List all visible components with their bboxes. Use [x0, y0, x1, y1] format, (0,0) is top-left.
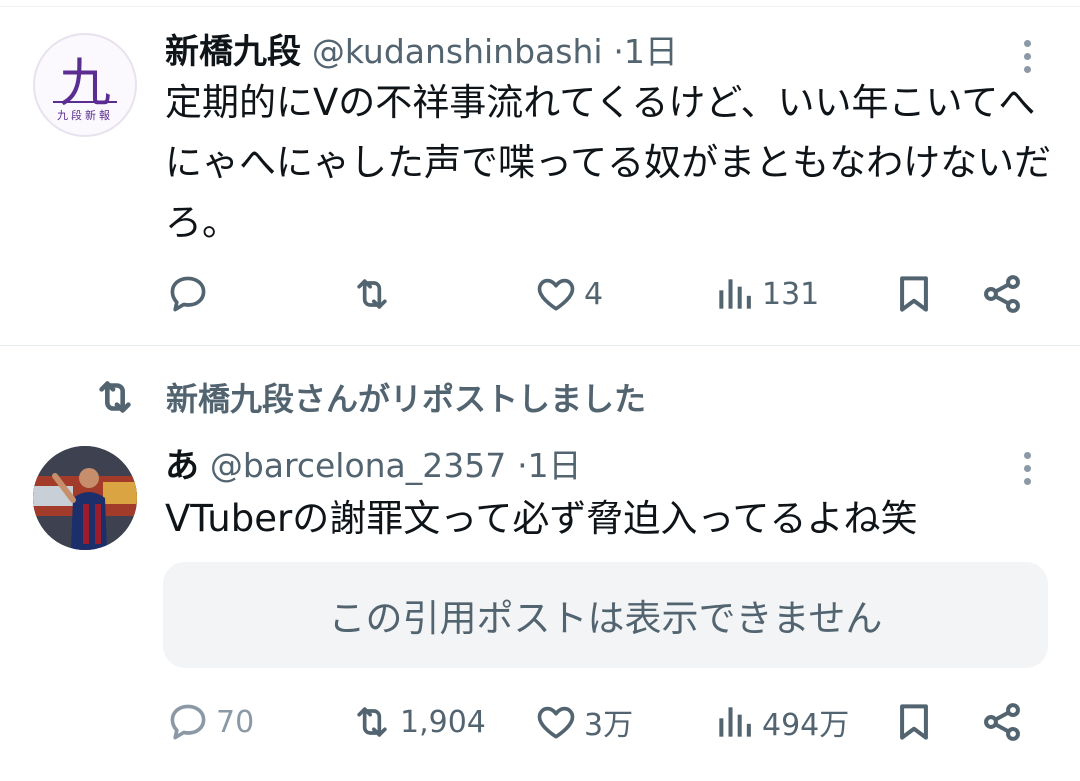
repost-note-text: 新橋九段さんがリポストしました	[166, 380, 647, 418]
reply-icon	[170, 704, 206, 740]
share-icon	[984, 703, 1020, 741]
heart-icon	[537, 706, 575, 739]
repost-button[interactable]: 1,904	[350, 692, 486, 752]
views-count: 494万	[762, 708, 850, 743]
tweet-header: 新橋九段 @kudanshinbashi ·1日	[165, 30, 678, 74]
heart-icon	[537, 278, 575, 311]
avatar[interactable]: 九 九段新報	[33, 33, 137, 137]
display-name[interactable]: 新橋九段	[165, 32, 301, 72]
bookmark-button[interactable]	[892, 264, 936, 324]
repost-indicator[interactable]: 新橋九段さんがリポストしました	[92, 374, 646, 420]
repost-icon	[357, 707, 387, 737]
bookmark-icon	[900, 276, 928, 312]
avatar[interactable]	[33, 446, 137, 550]
avatar-logo-rule	[53, 101, 117, 103]
like-count: 4	[584, 276, 604, 312]
timestamp[interactable]: 1日	[528, 446, 582, 485]
more-icon[interactable]	[1024, 452, 1032, 485]
like-count: 3万	[584, 708, 634, 743]
bookmark-icon	[900, 704, 928, 740]
more-icon[interactable]	[1024, 40, 1032, 73]
display-name[interactable]: あ	[165, 446, 199, 486]
views-icon	[719, 279, 751, 309]
tweet-1[interactable]: 九 九段新報 新橋九段 @kudanshinbashi ·1日 定期的にVの不祥…	[0, 0, 1080, 346]
share-button[interactable]	[980, 692, 1024, 752]
repost-icon	[99, 381, 131, 413]
repost-icon	[357, 279, 387, 309]
share-icon	[984, 275, 1020, 313]
tweet-text: VTuberの謝罪文って必ず脅迫入ってるよね笑	[165, 497, 918, 540]
tweet-text: 定期的にVの不祥事流れてくるけど、いい年こいてへにゃへにゃした声で喋ってる奴がま…	[165, 81, 1052, 244]
reply-count: 70	[216, 704, 255, 740]
views-icon	[719, 707, 751, 737]
action-bar: 70 1,904 3万 494万	[0, 692, 1080, 752]
like-button[interactable]: 4	[534, 264, 603, 324]
repost-count: 1,904	[400, 704, 486, 740]
avatar-photo	[33, 446, 137, 550]
separator-dot: ·	[613, 32, 624, 71]
reply-icon	[170, 276, 206, 312]
user-handle[interactable]: @barcelona_2357	[210, 446, 506, 485]
views-count: 131	[762, 276, 820, 312]
reply-button[interactable]: 70	[166, 692, 254, 752]
tweet-header: あ @barcelona_2357 ·1日	[165, 444, 582, 488]
quote-unavailable: この引用ポストは表示できません	[163, 562, 1048, 668]
like-button[interactable]: 3万	[534, 692, 633, 752]
share-button[interactable]	[980, 264, 1024, 324]
timestamp[interactable]: 1日	[624, 32, 678, 71]
user-handle[interactable]: @kudanshinbashi	[312, 32, 603, 71]
bookmark-button[interactable]	[892, 692, 936, 752]
avatar-logo-kanji: 九	[58, 54, 111, 114]
reply-button[interactable]	[166, 264, 216, 324]
views-button[interactable]: 131	[712, 264, 819, 324]
avatar-logo-subtitle: 九段新報	[57, 109, 113, 122]
repost-button[interactable]	[350, 264, 400, 324]
action-bar: 4 131	[0, 264, 1080, 324]
separator-dot: ·	[517, 446, 528, 485]
views-button[interactable]: 494万	[712, 692, 849, 752]
